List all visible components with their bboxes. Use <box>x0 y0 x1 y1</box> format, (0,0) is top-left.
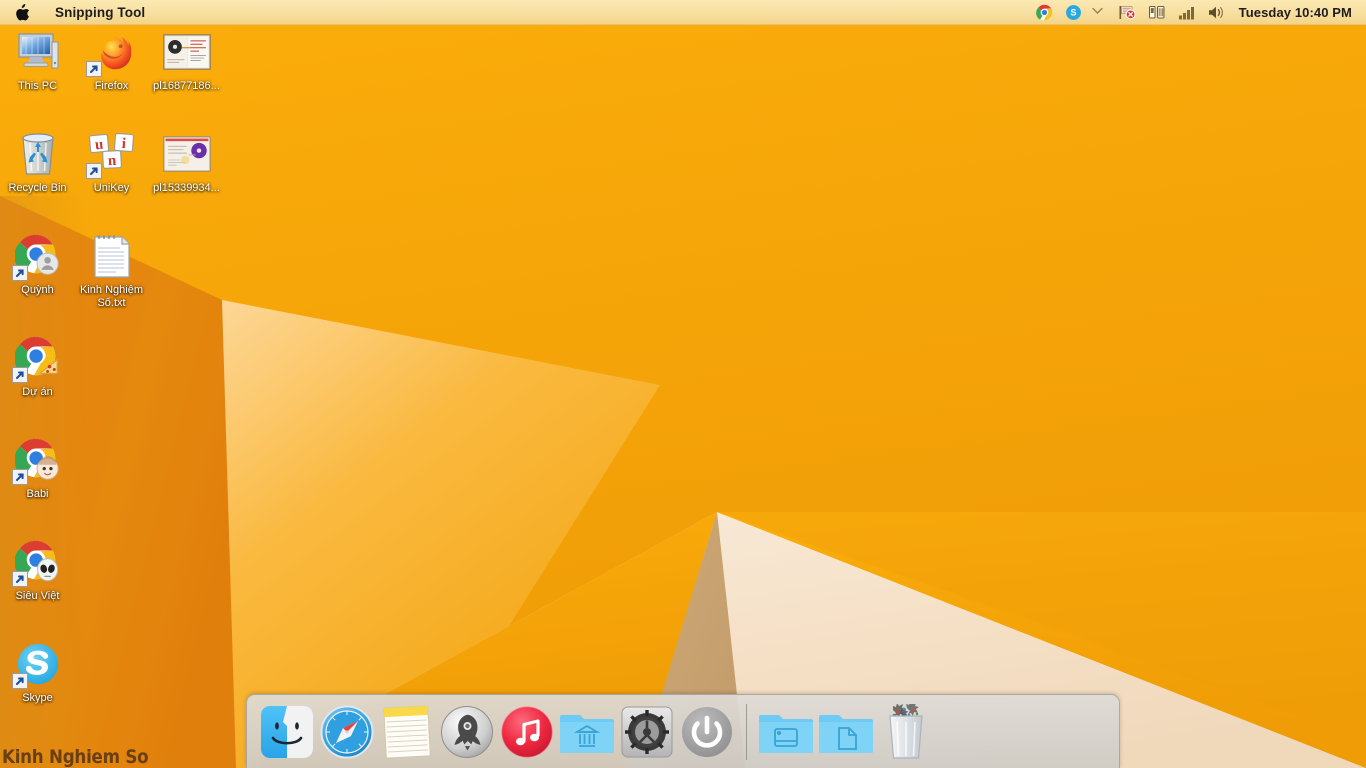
desktop-icon-firefox[interactable]: Firefox <box>74 28 149 93</box>
apple-logo-icon[interactable] <box>0 0 43 24</box>
desktop-icon-label: pl15339934... <box>153 182 220 194</box>
desktop-icon-this-pc[interactable]: This PC <box>0 28 75 93</box>
dock-item-itunes[interactable] <box>497 700 557 764</box>
desktop-icon-skype[interactable]: Skype <box>0 640 75 705</box>
text-file-icon <box>88 232 136 280</box>
desktop-icon-label: Siêu Việt <box>15 590 60 602</box>
desktop-icon-du-an[interactable]: Dự án <box>0 334 75 399</box>
chrome-baby-icon <box>11 436 62 485</box>
desktop-icon-label: This PC <box>17 80 58 92</box>
svg-text:u: u <box>94 137 104 154</box>
menu-bar: Snipping Tool S Tuesday 10:40 PM <box>0 0 1366 25</box>
shortcut-arrow-icon <box>11 571 28 587</box>
desktop-icon-label: UniKey <box>93 182 130 194</box>
dock-item-downloads[interactable] <box>756 700 816 764</box>
chrome-pizza-icon <box>11 334 62 383</box>
finder-icon <box>261 705 313 758</box>
shortcut-arrow-icon <box>85 61 102 77</box>
wallpaper <box>0 0 1366 768</box>
dock-item-applications[interactable] <box>557 700 617 764</box>
battery-icon[interactable] <box>1142 0 1172 24</box>
desktop-icon-image-1[interactable]: pl16877186... <box>149 28 224 93</box>
shortcut-arrow-icon <box>11 469 28 485</box>
shortcut-arrow-icon <box>85 163 102 179</box>
desktop-icon-label: Dự án <box>22 386 53 398</box>
shortcut-arrow-icon <box>11 673 28 689</box>
image-file-icon <box>162 28 211 76</box>
network-flag-error-icon[interactable] <box>1112 0 1142 24</box>
chrome-icon[interactable] <box>1030 0 1059 24</box>
power-icon <box>682 706 732 757</box>
desktop-icon-quynh[interactable]: Quỳnh <box>0 232 75 297</box>
menu-app-title[interactable]: Snipping Tool <box>43 0 157 24</box>
desktop-icon-babi[interactable]: Babi <box>0 436 75 501</box>
image-file-icon-2 <box>162 130 211 178</box>
chrome-alien-icon <box>11 538 62 587</box>
desktop-icon-label: Quỳnh <box>21 284 54 296</box>
dock-item-power[interactable] <box>677 700 737 764</box>
volume-icon[interactable] <box>1202 0 1231 24</box>
recycle-bin-icon <box>14 130 62 178</box>
desktop-screen: Snipping Tool S Tuesday 10:40 PM This PC… <box>0 0 1366 768</box>
shortcut-arrow-icon <box>11 265 28 281</box>
notes-icon <box>383 704 431 759</box>
menu-clock[interactable]: Tuesday 10:40 PM <box>1231 0 1358 24</box>
system-preferences-icon <box>621 706 673 757</box>
svg-text:S: S <box>1070 7 1076 17</box>
safari-icon <box>320 705 374 758</box>
unikey-icon: u i n <box>85 130 136 179</box>
desktop-icon-label: Babi <box>26 488 49 500</box>
itunes-icon <box>500 705 554 758</box>
dock-item-finder[interactable] <box>257 700 317 764</box>
desktop-icon-label: pl16877186... <box>153 80 220 92</box>
watermark-text: Kinh Nghiem So <box>2 746 149 768</box>
dock <box>246 694 1120 768</box>
desktop-icon-image-2[interactable]: pl15339934... <box>149 130 224 195</box>
dock-item-launchpad[interactable] <box>437 700 497 764</box>
desktop-icon-sieu-viet[interactable]: Siêu Việt <box>0 538 75 603</box>
dock-item-documents[interactable] <box>816 700 876 764</box>
desktop-icon-text-file[interactable]: Kinh Nghiệm Số.txt <box>74 232 149 309</box>
desktop-icon-unikey[interactable]: u i n UniKey <box>74 130 149 195</box>
signal-bars-icon[interactable] <box>1172 0 1202 24</box>
dock-item-system-preferences[interactable] <box>617 700 677 764</box>
desktop-icon-recycle-bin[interactable]: Recycle Bin <box>0 130 75 195</box>
dock-item-notes[interactable] <box>377 700 437 764</box>
chrome-profile-icon <box>11 232 62 281</box>
downloads-folder-icon <box>759 714 813 753</box>
launchpad-icon <box>441 705 493 758</box>
desktop-icon-label: Skype <box>22 692 53 704</box>
this-pc-icon <box>14 28 62 76</box>
desktop-icon-label: Firefox <box>94 80 129 92</box>
desktop-icon-label: Kinh Nghiệm Số.txt <box>80 284 143 309</box>
desktop-icon-label: Recycle Bin <box>8 182 67 194</box>
dock-item-trash[interactable] <box>876 700 936 764</box>
firefox-icon <box>85 28 136 77</box>
dock-separator <box>746 703 747 760</box>
documents-folder-icon <box>819 714 873 753</box>
shortcut-arrow-icon <box>11 367 28 383</box>
skype-desktop-icon <box>11 640 62 689</box>
trash-icon <box>889 703 923 759</box>
skype-icon[interactable]: S <box>1059 0 1088 24</box>
applications-folder-icon <box>560 714 614 753</box>
dock-item-safari[interactable] <box>317 700 377 764</box>
svg-text:n: n <box>107 153 117 169</box>
chevron-down-icon[interactable] <box>1088 6 1112 18</box>
